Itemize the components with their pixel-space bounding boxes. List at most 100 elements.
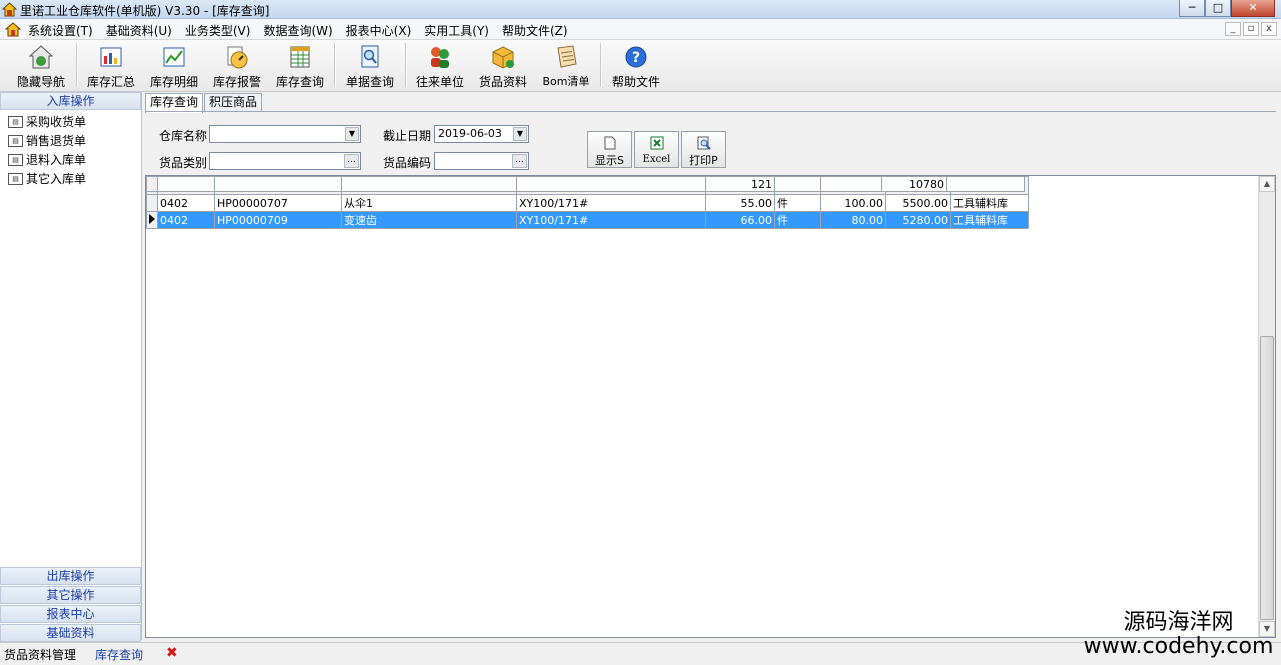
warehouse-select[interactable]: ▼ xyxy=(209,125,361,143)
toolbar-help-button[interactable]: ? 帮助文件 xyxy=(609,42,663,90)
print-button[interactable]: 打印P xyxy=(681,131,726,168)
watermark-line2: www.codehy.com xyxy=(1083,634,1274,659)
totals-cell xyxy=(516,176,706,192)
scroll-up-icon[interactable]: ▲ xyxy=(1259,176,1275,192)
mdi-app-icon[interactable] xyxy=(5,22,21,37)
mdi-restore-button[interactable]: ▫ xyxy=(1243,22,1259,36)
toolbar-label: 帮助文件 xyxy=(611,75,660,89)
totals-cell xyxy=(341,176,517,192)
menu-system-settings[interactable]: 系统设置(T) xyxy=(28,22,93,39)
cell-code: HP00000707 xyxy=(214,194,342,212)
toolbar-stock-detail-button[interactable]: 库存明细 xyxy=(147,42,201,90)
document-search-icon xyxy=(357,44,383,70)
nav-group-inbound[interactable]: 入库操作 xyxy=(0,92,141,110)
category-label: 货品类别 xyxy=(159,156,208,170)
cell-spec: XY100/171# xyxy=(516,194,706,212)
toolbar-label: 库存汇总 xyxy=(86,75,135,89)
bar-chart-icon xyxy=(98,44,124,70)
cell-name: 变速齿 xyxy=(341,211,517,229)
nav-group-outbound[interactable]: 出库操作 xyxy=(0,567,141,585)
browse-ellipsis-icon[interactable]: ... xyxy=(344,154,359,168)
maximize-button[interactable]: □ xyxy=(1205,0,1231,17)
tab-overstock[interactable]: 积压商品 xyxy=(204,93,263,112)
goods-code-field[interactable]: ... xyxy=(434,152,529,170)
total-qty: 121 xyxy=(705,176,775,192)
toolbar-label: 货品资料 xyxy=(478,75,527,89)
excel-button[interactable]: Excel xyxy=(634,131,679,168)
mdi-close-button[interactable]: x xyxy=(1261,22,1277,36)
window-tab-stock-query[interactable]: 库存查询 xyxy=(95,646,143,663)
cell-category: 0402 xyxy=(157,194,215,212)
toolbar-bom-list-button[interactable]: Bom清单 xyxy=(539,42,593,90)
menu-bar: 系统设置(T) 基础资料(U) 业务类型(V) 数据查询(W) 报表中心(X) … xyxy=(0,19,1281,40)
table-row-selected[interactable]: 0402 HP00000709 变速齿 XY100/171# 66.00 件 8… xyxy=(146,211,1030,229)
cell-warehouse: 工具辅料库 xyxy=(950,194,1030,212)
mdi-minimize-button[interactable]: _ xyxy=(1225,22,1241,36)
chevron-down-icon[interactable]: ▼ xyxy=(345,127,359,141)
table-row[interactable]: 0402 HP00000707 从伞1 XY100/171# 55.00 件 1… xyxy=(146,194,1030,212)
nav-item-material-return[interactable]: ▤ 退料入库单 xyxy=(8,150,141,169)
excel-icon xyxy=(650,136,664,150)
help-icon: ? xyxy=(623,44,649,70)
menu-basic-data[interactable]: 基础资料(U) xyxy=(106,22,172,39)
svg-text:?: ? xyxy=(632,50,640,66)
cell-unit: 件 xyxy=(774,194,821,212)
show-button[interactable]: 显示S xyxy=(587,131,632,168)
title-bar: 里诺工业仓库软件(单机版) V3.30 - [库存查询] ─ □ ✕ xyxy=(0,0,1281,19)
stock-grid[interactable]: 货品分类 货品编码 货品名称 货品规格 库存数量 单位 库存平均价 库存金额 仓… xyxy=(145,175,1276,638)
toolbar-separator xyxy=(600,43,602,87)
nav-item-purchase-receipt[interactable]: ▤ 采购收货单 xyxy=(8,112,141,131)
row-indicator xyxy=(146,194,158,212)
category-field[interactable]: ... xyxy=(209,152,361,170)
cell-warehouse: 工具辅料库 xyxy=(950,211,1030,229)
toolbar-partners-button[interactable]: 往来单位 xyxy=(413,42,467,90)
menu-tools[interactable]: 实用工具(Y) xyxy=(424,22,489,39)
toolbar: 隐藏导航 库存汇总 库存明细 库存报警 库存查询 单据查询 往来单位 货品资料 … xyxy=(0,40,1281,92)
toolbar-document-query-button[interactable]: 单据查询 xyxy=(343,42,397,90)
warehouse-label: 仓库名称 xyxy=(159,129,208,143)
app-logo-icon xyxy=(2,2,17,17)
nav-group-other[interactable]: 其它操作 xyxy=(0,586,141,604)
cell-name: 从伞1 xyxy=(341,194,517,212)
vertical-scrollbar[interactable]: ▲ ▼ xyxy=(1258,176,1275,637)
nav-group-reports[interactable]: 报表中心 xyxy=(0,605,141,623)
menu-report-center[interactable]: 报表中心(X) xyxy=(346,22,412,39)
browse-ellipsis-icon[interactable]: ... xyxy=(512,154,527,168)
toolbar-hide-nav-button[interactable]: 隐藏导航 xyxy=(12,42,70,90)
watermark-line1: 源码海洋网 xyxy=(1123,610,1234,635)
toolbar-stock-alarm-button[interactable]: 库存报警 xyxy=(210,42,264,90)
toolbar-goods-data-button[interactable]: 货品资料 xyxy=(476,42,530,90)
tab-divider xyxy=(145,111,1276,112)
scrollbar-thumb[interactable] xyxy=(1260,336,1274,620)
cell-qty: 55.00 xyxy=(705,194,775,212)
nav-item-label: 退料入库单 xyxy=(26,153,87,167)
chevron-down-icon[interactable]: ▼ xyxy=(513,127,527,141)
tab-stock-query[interactable]: 库存查询 xyxy=(145,93,204,113)
nav-item-label: 其它入库单 xyxy=(26,172,87,186)
minimize-button[interactable]: ─ xyxy=(1179,0,1205,17)
nav-group-basic-data[interactable]: 基础资料 xyxy=(0,624,141,642)
toolbar-stock-query-button[interactable]: 库存查询 xyxy=(273,42,327,90)
close-button[interactable]: ✕ xyxy=(1231,0,1275,17)
window-tab-goods-management[interactable]: 货品资料管理 xyxy=(4,646,76,663)
nav-item-other-inbound[interactable]: ▤ 其它入库单 xyxy=(8,169,141,188)
menu-help[interactable]: 帮助文件(Z) xyxy=(502,22,568,39)
nav-item-sales-return[interactable]: ▤ 销售退货单 xyxy=(8,131,141,150)
form-icon: ▤ xyxy=(8,115,23,128)
menu-data-query[interactable]: 数据查询(W) xyxy=(263,22,332,39)
toolbar-stock-summary-button[interactable]: 库存汇总 xyxy=(84,42,138,90)
cutoff-date-picker[interactable]: 2019-06-03 ▼ xyxy=(434,125,529,143)
nav-item-label: 采购收货单 xyxy=(26,115,87,129)
close-tab-icon[interactable]: ✖ xyxy=(166,645,178,661)
show-label: 显示S xyxy=(595,154,624,167)
toolbar-separator xyxy=(76,43,78,87)
current-row-arrow-icon xyxy=(146,211,158,229)
cell-avg-price: 80.00 xyxy=(819,211,887,229)
toolbar-label: 库存报警 xyxy=(212,75,261,89)
toolbar-label: 库存查询 xyxy=(275,75,324,89)
menu-business-type[interactable]: 业务类型(V) xyxy=(185,22,251,39)
watermark: 源码海洋网 www.codehy.com xyxy=(1076,611,1281,659)
goods-code-label: 货品编码 xyxy=(383,156,432,170)
form-icon: ▤ xyxy=(8,134,23,147)
total-amount: 10780 xyxy=(881,176,947,192)
